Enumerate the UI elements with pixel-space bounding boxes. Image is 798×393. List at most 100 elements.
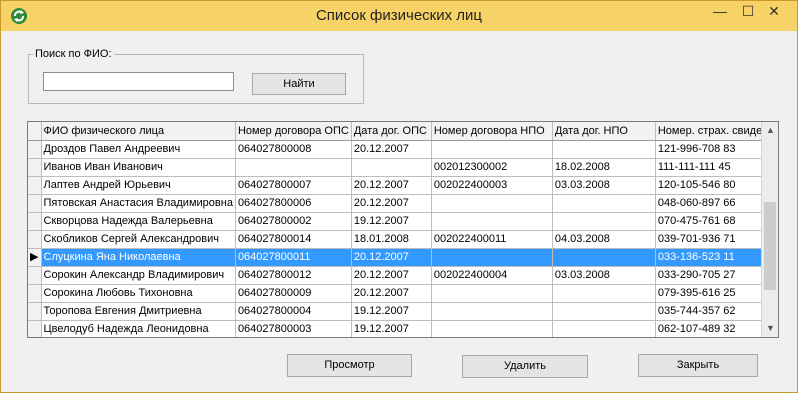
cell-ops-date[interactable]: 19.12.2007: [351, 320, 432, 337]
cell-ops-date[interactable]: 20.12.2007: [351, 266, 432, 285]
vertical-scrollbar[interactable]: ▲ ▼: [761, 122, 778, 337]
cell-npo-contract[interactable]: 002012300002: [431, 158, 553, 177]
cell-ops-date[interactable]: 20.12.2007: [351, 176, 432, 195]
cell-ops-contract[interactable]: 064027800004: [235, 302, 352, 321]
scroll-down-icon[interactable]: ▼: [762, 320, 778, 337]
cell-npo-date[interactable]: [552, 212, 656, 231]
row-indicator[interactable]: [28, 302, 42, 321]
close-window-button[interactable]: ✕: [751, 1, 797, 23]
cell-ops-date[interactable]: [351, 158, 432, 177]
cell-ops-contract[interactable]: 064027800008: [235, 140, 352, 159]
cell-fio[interactable]: Дроздов Павел Андреевич: [41, 140, 236, 159]
persons-grid[interactable]: ФИО физического лица Номер договора ОПС …: [27, 121, 779, 338]
cell-ops-date[interactable]: 20.12.2007: [351, 194, 432, 213]
cell-fio[interactable]: Цвелодуб Надежда Леонидовна: [41, 320, 236, 337]
column-header-npo-contract[interactable]: Номер договора НПО: [431, 122, 553, 141]
table-row[interactable]: Сорокина Любовь Тихоновна 064027800009 20.…: [28, 284, 772, 303]
cell-npo-date[interactable]: 03.03.2008: [552, 176, 656, 195]
cell-ops-date[interactable]: 20.12.2007: [351, 140, 432, 159]
cell-npo-date[interactable]: 03.03.2008: [552, 266, 656, 285]
delete-button[interactable]: Удалить: [462, 355, 588, 378]
cell-ops-contract[interactable]: 064027800011: [235, 248, 352, 267]
table-row[interactable]: Цвелодуб Надежда Леонидовна 064027800003 1…: [28, 320, 772, 337]
scroll-up-icon[interactable]: ▲: [762, 122, 778, 139]
cell-fio[interactable]: Слуцкина Яна Николаевна: [41, 248, 236, 267]
cell-insurance-number[interactable]: 070-475-761 68: [655, 212, 772, 231]
row-indicator[interactable]: [28, 266, 42, 285]
cell-fio[interactable]: Лаптев Андрей Юрьевич: [41, 176, 236, 195]
column-header-fio[interactable]: ФИО физического лица: [41, 122, 236, 141]
cell-insurance-number[interactable]: 033-136-523 11: [655, 248, 772, 267]
cell-npo-date[interactable]: 04.03.2008: [552, 230, 656, 249]
table-row[interactable]: Скобликов Сергей Александрович 0640278000…: [28, 230, 772, 249]
row-indicator[interactable]: [28, 140, 42, 159]
cell-npo-date[interactable]: [552, 302, 656, 321]
cell-npo-date[interactable]: [552, 248, 656, 267]
row-indicator[interactable]: [28, 230, 42, 249]
cell-ops-contract[interactable]: 064027800003: [235, 320, 352, 337]
table-row[interactable]: Сорокин Александр Владимирович 0640278000…: [28, 266, 772, 285]
column-header-ops-date[interactable]: Дата дог. ОПС: [351, 122, 432, 141]
cell-npo-date[interactable]: [552, 194, 656, 213]
cell-insurance-number[interactable]: 079-395-616 25: [655, 284, 772, 303]
cell-ops-contract[interactable]: 064027800002: [235, 212, 352, 231]
cell-npo-contract[interactable]: [431, 302, 553, 321]
cell-insurance-number[interactable]: 035-744-357 62: [655, 302, 772, 321]
cell-ops-contract[interactable]: 064027800006: [235, 194, 352, 213]
cell-fio[interactable]: Иванов Иван Иванович: [41, 158, 236, 177]
row-indicator[interactable]: [28, 320, 42, 337]
cell-insurance-number[interactable]: 111-111-111 45: [655, 158, 772, 177]
cell-ops-date[interactable]: 20.12.2007: [351, 248, 432, 267]
cell-npo-contract[interactable]: [431, 248, 553, 267]
cell-ops-contract[interactable]: 064027800007: [235, 176, 352, 195]
cell-npo-contract[interactable]: 002022400004: [431, 266, 553, 285]
cell-npo-contract[interactable]: 002022400003: [431, 176, 553, 195]
cell-ops-contract[interactable]: 064027800014: [235, 230, 352, 249]
minimize-button[interactable]: —: [705, 1, 735, 23]
title-bar[interactable]: Список физических лиц — ☐ ✕: [1, 1, 797, 31]
table-row[interactable]: ▶ Слуцкина Яна Николаевна 064027800011 20.1…: [28, 248, 772, 267]
column-header-insurance-number[interactable]: Номер. страх. свидет: [655, 122, 772, 141]
cell-ops-contract[interactable]: 064027800009: [235, 284, 352, 303]
search-input[interactable]: [43, 72, 234, 91]
cell-npo-contract[interactable]: 002022400011: [431, 230, 553, 249]
row-indicator[interactable]: [28, 284, 42, 303]
close-button[interactable]: Закрыть: [638, 354, 758, 377]
view-button[interactable]: Просмотр: [287, 354, 412, 377]
cell-insurance-number[interactable]: 121-996-708 83: [655, 140, 772, 159]
cell-npo-contract[interactable]: [431, 284, 553, 303]
cell-npo-contract[interactable]: [431, 140, 553, 159]
cell-npo-contract[interactable]: [431, 320, 553, 337]
cell-fio[interactable]: Скворцова Надежда Валерьевна: [41, 212, 236, 231]
cell-npo-date[interactable]: 18.02.2008: [552, 158, 656, 177]
table-row[interactable]: Иванов Иван Иванович 002012300002 18.02.20…: [28, 158, 772, 177]
cell-npo-date[interactable]: [552, 284, 656, 303]
row-indicator[interactable]: [28, 194, 42, 213]
find-button[interactable]: Найти: [252, 73, 346, 95]
row-indicator[interactable]: [28, 158, 42, 177]
row-indicator[interactable]: ▶: [28, 248, 42, 267]
row-indicator[interactable]: [28, 212, 42, 231]
cell-insurance-number[interactable]: 048-060-897 66: [655, 194, 772, 213]
cell-ops-contract[interactable]: 064027800012: [235, 266, 352, 285]
cell-fio[interactable]: Скобликов Сергей Александрович: [41, 230, 236, 249]
cell-ops-date[interactable]: 19.12.2007: [351, 302, 432, 321]
cell-ops-contract[interactable]: [235, 158, 352, 177]
cell-npo-date[interactable]: [552, 140, 656, 159]
row-indicator[interactable]: [28, 176, 42, 195]
cell-fio[interactable]: Пятовская Анастасия Владимировна: [41, 194, 236, 213]
table-row[interactable]: Лаптев Андрей Юрьевич 064027800007 20.12.2…: [28, 176, 772, 195]
table-row[interactable]: Скворцова Надежда Валерьевна 064027800002…: [28, 212, 772, 231]
cell-fio[interactable]: Сорокин Александр Владимирович: [41, 266, 236, 285]
cell-npo-contract[interactable]: [431, 212, 553, 231]
column-header-ops-contract[interactable]: Номер договора ОПС: [235, 122, 352, 141]
cell-npo-contract[interactable]: [431, 194, 553, 213]
cell-fio[interactable]: Торопова Евгения Дмитриевна: [41, 302, 236, 321]
column-header-npo-date[interactable]: Дата дог. НПО: [552, 122, 656, 141]
cell-ops-date[interactable]: 18.01.2008: [351, 230, 432, 249]
table-row[interactable]: Торопова Евгения Дмитриевна 064027800004 1…: [28, 302, 772, 321]
cell-insurance-number[interactable]: 033-290-705 27: [655, 266, 772, 285]
scroll-thumb[interactable]: [764, 202, 776, 290]
cell-ops-date[interactable]: 20.12.2007: [351, 284, 432, 303]
cell-insurance-number[interactable]: 039-701-936 71: [655, 230, 772, 249]
